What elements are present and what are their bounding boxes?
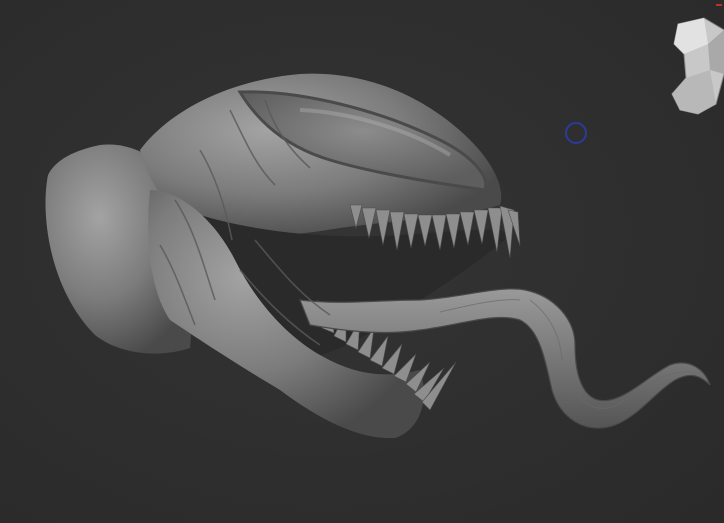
sculpted-head-model[interactable] [0, 0, 724, 523]
sculpt-viewport[interactable] [0, 0, 724, 523]
axis-marker-icon [716, 4, 722, 6]
head-gizmo-icon[interactable] [664, 14, 724, 124]
brush-cursor-icon [565, 122, 587, 144]
